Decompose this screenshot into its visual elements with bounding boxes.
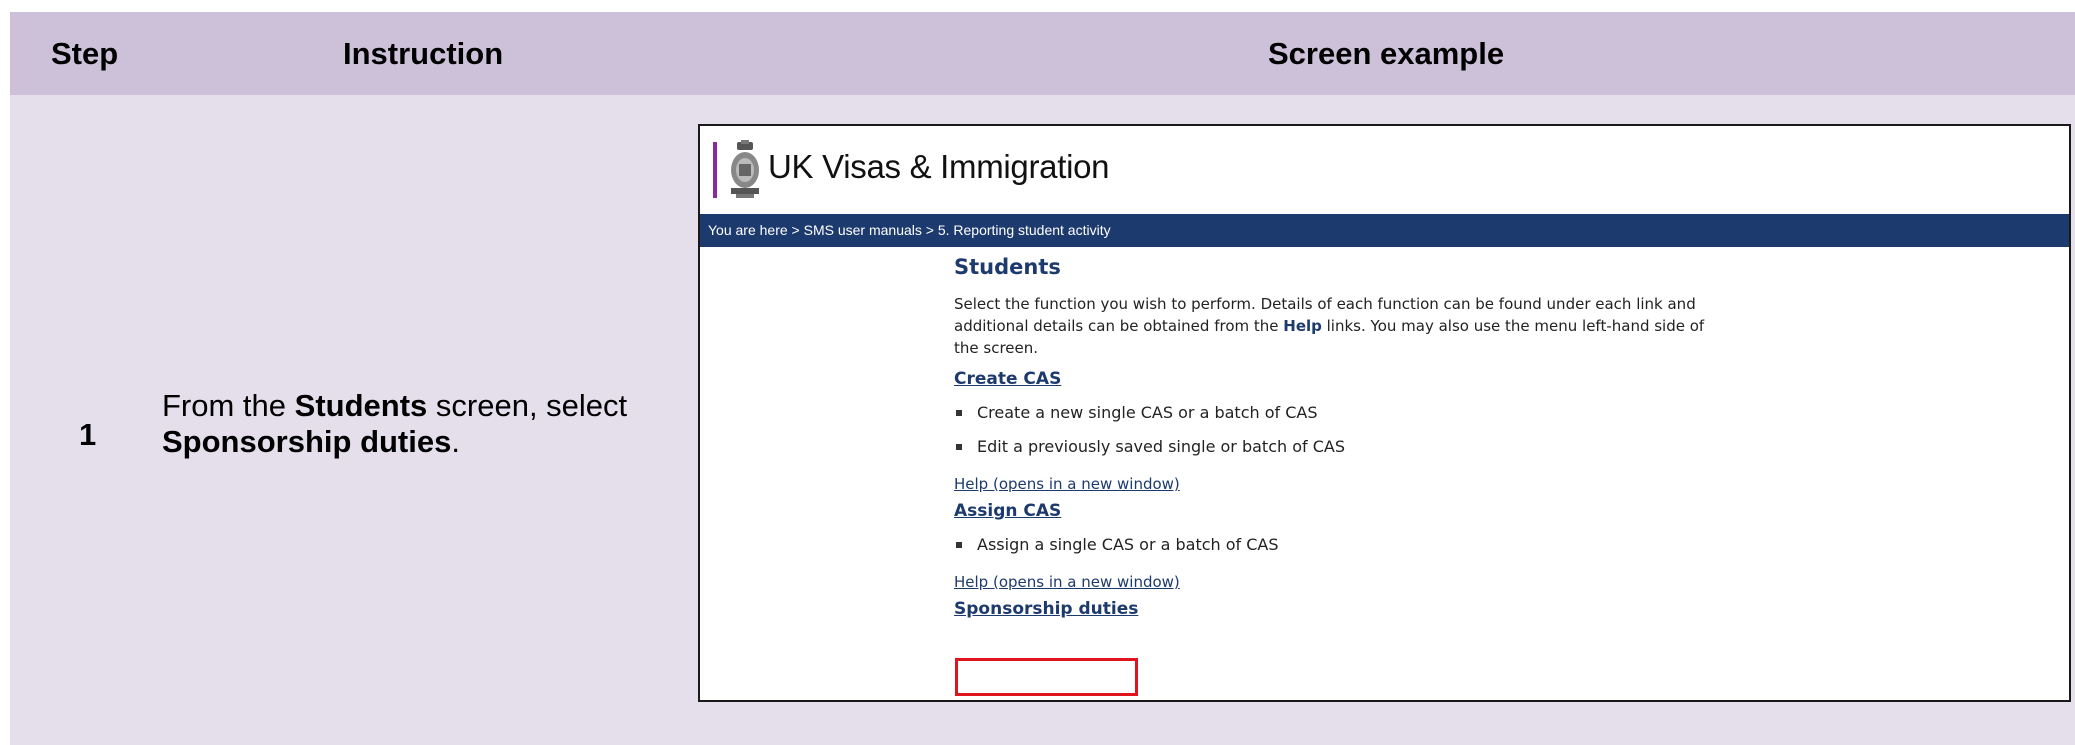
highlight-box: [955, 658, 1138, 696]
create-cas-list: Create a new single CAS or a batch of CA…: [954, 403, 1714, 457]
instruction-bold-students: Students: [294, 388, 428, 423]
royal-crest-icon: [731, 140, 759, 198]
header-step: Step: [51, 36, 119, 71]
brand-title: UK Visas & Immigration: [768, 148, 1110, 185]
list-item: Edit a previously saved single or batch …: [954, 437, 1714, 457]
instruction-part-2: screen, select: [427, 388, 628, 423]
create-cas-link[interactable]: Create CAS: [954, 369, 1061, 389]
intro-text: Select the function you wish to perform.…: [954, 293, 1714, 359]
table-header: Step Instruction Screen example: [10, 12, 2075, 95]
breadcrumb: You are here > SMS user manuals > 5. Rep…: [700, 214, 2069, 247]
students-content: Students Select the function you wish to…: [954, 255, 1714, 619]
intro-help-bold: Help: [1283, 317, 1322, 335]
list-item: Assign a single CAS or a batch of CAS: [954, 535, 1714, 555]
assign-cas-list: Assign a single CAS or a batch of CAS: [954, 535, 1714, 555]
brand-bar: [713, 142, 717, 198]
header-screen-example: Screen example: [1268, 36, 1505, 71]
instruction-part-1: From the: [162, 388, 295, 423]
assign-cas-link[interactable]: Assign CAS: [954, 501, 1061, 521]
instruction-text: From the Students screen, select Sponsor…: [162, 388, 682, 460]
step-number: 1: [79, 417, 97, 452]
sponsorship-duties-link[interactable]: Sponsorship duties: [954, 599, 1138, 619]
screen-example: UK Visas & Immigration You are here > SM…: [698, 124, 2071, 702]
instruction-part-3: .: [451, 424, 460, 459]
page-title: Students: [954, 255, 1061, 279]
help-link-assign-cas[interactable]: Help (opens in a new window): [954, 573, 1714, 591]
header-instruction: Instruction: [343, 36, 504, 71]
instruction-bold-sponsorship: Sponsorship duties: [162, 424, 452, 459]
breadcrumb-text: You are here > SMS user manuals > 5. Rep…: [708, 222, 1111, 238]
list-item: Create a new single CAS or a batch of CA…: [954, 403, 1714, 423]
help-link-create-cas[interactable]: Help (opens in a new window): [954, 475, 1714, 493]
